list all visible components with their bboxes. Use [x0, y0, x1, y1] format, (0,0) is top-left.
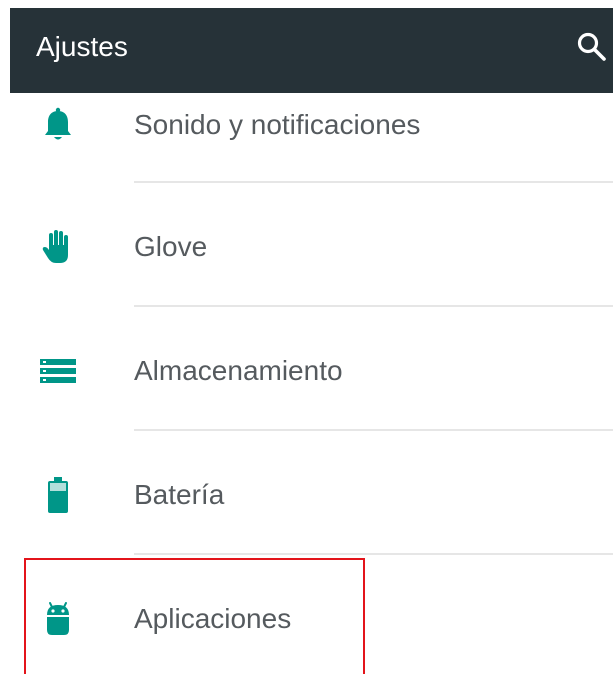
settings-item-sound[interactable]: Sonido y notificaciones [0, 63, 613, 187]
settings-item-label: Sonido y notificaciones [134, 109, 421, 140]
settings-item-battery[interactable]: Batería [0, 431, 613, 555]
search-icon [577, 32, 606, 61]
hand-icon [42, 230, 68, 263]
battery-icon [48, 477, 68, 513]
bell-icon [45, 107, 71, 140]
settings-item-label: Almacenamiento [134, 355, 343, 386]
page-title: Ajustes [36, 31, 128, 62]
settings-item-storage[interactable]: Almacenamiento [0, 307, 613, 431]
selection-highlight [24, 558, 365, 674]
settings-item-glove[interactable]: Glove [0, 183, 613, 307]
settings-screen: Ajustes Sonido y notificaciones Glove Al… [0, 0, 613, 674]
settings-item-label: Glove [134, 231, 208, 262]
storage-icon [40, 359, 76, 383]
settings-item-label: Batería [134, 479, 225, 510]
search-button[interactable] [575, 30, 609, 64]
